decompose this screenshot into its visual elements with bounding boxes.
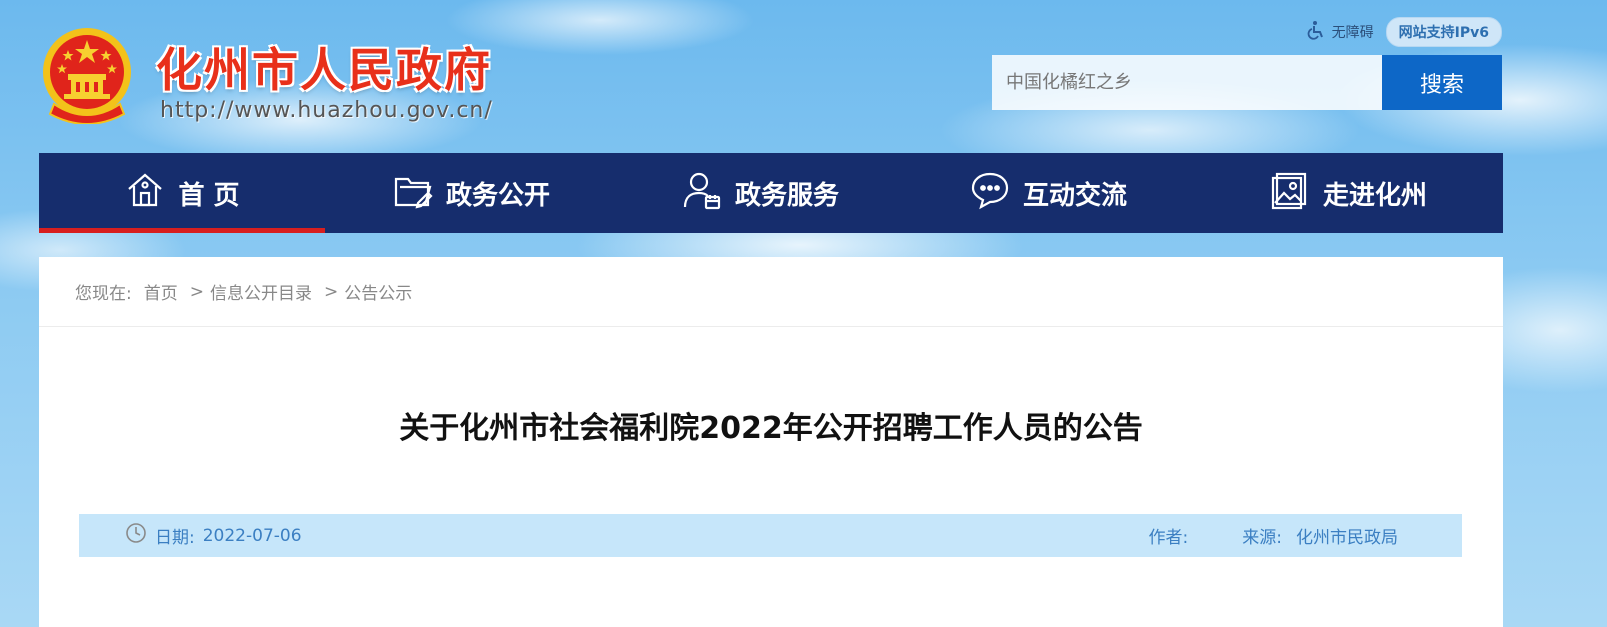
search-input[interactable] bbox=[992, 55, 1382, 110]
breadcrumb-separator: > bbox=[189, 281, 204, 302]
meta-right: 作者: 来源: 化州市民政局 bbox=[1149, 523, 1398, 548]
accessibility-link[interactable]: 无障碍 bbox=[1306, 20, 1374, 44]
home-icon bbox=[124, 169, 166, 218]
user-calendar-icon bbox=[681, 169, 723, 218]
nav-item-interaction[interactable]: 互动交流 bbox=[903, 153, 1193, 233]
nav-item-government-services[interactable]: 政务服务 bbox=[617, 153, 903, 233]
chat-bubble-icon bbox=[969, 169, 1011, 218]
content-panel: 您现在: 首页 > 信息公开目录 > 公告公示 关于化州市社会福利院2022年公… bbox=[39, 257, 1503, 627]
search-box: 搜索 bbox=[992, 55, 1502, 110]
nav-item-government-affairs-open[interactable]: 政务公开 bbox=[325, 153, 617, 233]
accessibility-label: 无障碍 bbox=[1331, 25, 1374, 41]
site-url: http://www.huazhou.gov.cn/ bbox=[160, 98, 493, 123]
nav-item-label: 政务公开 bbox=[445, 180, 550, 211]
meta-source: 来源: 化州市民政局 bbox=[1242, 523, 1398, 548]
nav-item-label: 政务服务 bbox=[734, 180, 839, 211]
breadcrumb-separator: > bbox=[323, 281, 339, 302]
nav-item-label: 首 页 bbox=[178, 180, 240, 211]
ipv6-badge: 网站支持IPv6 bbox=[1385, 17, 1502, 47]
national-emblem-logo bbox=[40, 26, 134, 125]
author-label: 作者: bbox=[1148, 528, 1189, 548]
nav-item-label: 走进化州 bbox=[1322, 180, 1427, 211]
meta-date: 日期: 2022-07-06 bbox=[125, 522, 302, 549]
picture-icon bbox=[1269, 169, 1311, 218]
article-meta-bar: 日期: 2022-07-06 作者: 来源: 化州市民政局 bbox=[79, 514, 1462, 557]
breadcrumb-link-home[interactable]: 首页 bbox=[144, 279, 178, 304]
article-title: 关于化州市社会福利院2022年公开招聘工作人员的公告 bbox=[399, 411, 1143, 446]
folder-edit-icon bbox=[392, 169, 434, 218]
nav-item-label: 互动交流 bbox=[1022, 180, 1127, 211]
nav-item-home[interactable]: 首 页 bbox=[39, 153, 325, 233]
nav-item-about-huazhou[interactable]: 走进化州 bbox=[1193, 153, 1503, 233]
site-title: 化州市人民政府 bbox=[156, 43, 492, 97]
breadcrumb-link-announcements[interactable]: 公告公示 bbox=[344, 279, 412, 304]
breadcrumb-link-info-catalog[interactable]: 信息公开目录 bbox=[210, 279, 312, 304]
date-value: 2022-07-06 bbox=[202, 525, 302, 546]
top-tools: 无障碍 网站支持IPv6 bbox=[1306, 17, 1502, 47]
breadcrumb-prefix: 您现在: bbox=[75, 284, 132, 304]
search-button[interactable]: 搜索 bbox=[1382, 55, 1502, 110]
clock-icon bbox=[125, 522, 147, 549]
main-nav: 首 页 政务公开 政务服务 互动交流 走进化州 bbox=[39, 153, 1503, 233]
date-label: 日期: bbox=[155, 528, 195, 548]
breadcrumb: 您现在: 首页 > 信息公开目录 > 公告公示 bbox=[39, 257, 1503, 327]
source-label: 来源: bbox=[1242, 528, 1282, 548]
source-value: 化州市民政局 bbox=[1296, 528, 1398, 548]
meta-author: 作者: bbox=[1149, 523, 1203, 548]
wheelchair-icon bbox=[1306, 20, 1326, 44]
